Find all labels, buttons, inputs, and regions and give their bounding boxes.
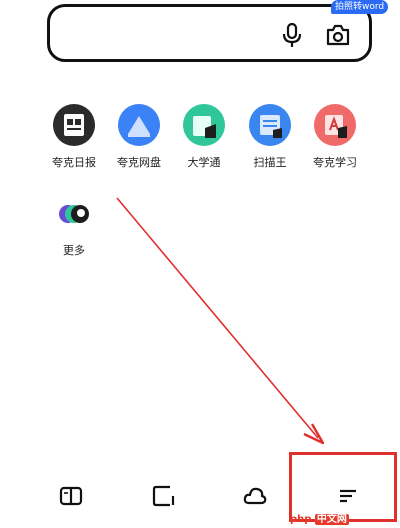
watermark-prefix: php [290,514,312,525]
cloud-icon[interactable] [243,484,267,508]
watermark-suffix: 中文网 [314,514,349,525]
watermark: php 中文网 [290,510,349,525]
annotation-arrow [116,197,325,445]
tabs-icon[interactable] [152,484,176,508]
book-icon[interactable] [59,484,83,508]
